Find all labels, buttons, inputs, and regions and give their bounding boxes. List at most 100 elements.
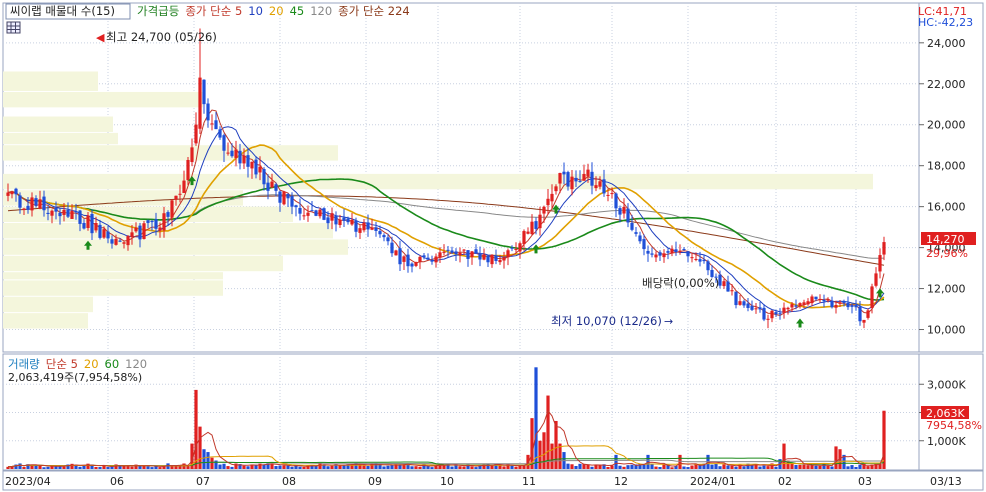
volume-bar xyxy=(298,466,302,469)
candle-body xyxy=(246,155,250,167)
candle-body xyxy=(654,254,658,258)
candle-body xyxy=(606,194,610,196)
legend-hc: HC:-42,23 xyxy=(918,16,973,29)
legend-item: 60 xyxy=(105,357,120,371)
candle-body xyxy=(186,159,190,181)
volume-bar xyxy=(866,466,870,469)
volume-bar xyxy=(694,464,698,469)
volume-bar xyxy=(710,464,714,469)
candle-body xyxy=(782,307,786,313)
candle-body xyxy=(114,238,118,245)
volume-bar xyxy=(734,466,738,469)
candle-body xyxy=(154,219,158,229)
candle-body xyxy=(374,227,378,231)
candle-body xyxy=(530,221,534,235)
volume-tick-label: 1,000K xyxy=(927,435,966,448)
volume-bar xyxy=(690,465,694,469)
candle-body xyxy=(618,208,622,215)
volume-bar xyxy=(78,466,82,469)
candle-body xyxy=(238,150,242,164)
candle-body xyxy=(226,152,230,154)
candle-body xyxy=(426,257,430,260)
volume-bar xyxy=(622,466,626,469)
candle-body xyxy=(766,318,770,320)
candle-body xyxy=(694,258,698,260)
candle-body xyxy=(786,307,790,310)
candle-body xyxy=(294,205,298,208)
candle-body xyxy=(626,208,630,223)
volume-bar xyxy=(42,467,46,469)
volume-bar xyxy=(522,465,526,469)
volume-bar xyxy=(62,466,66,469)
volume-bar xyxy=(150,467,154,469)
volume-bar xyxy=(246,466,250,469)
candle-body xyxy=(314,210,318,216)
candle-body xyxy=(598,181,602,187)
volume-bar xyxy=(38,465,42,469)
legend-symbol-name[interactable]: 씨이랩 매물대 수(15) xyxy=(10,4,115,18)
volume-bar xyxy=(106,467,110,469)
candle-body xyxy=(6,192,10,196)
candle-body xyxy=(54,208,58,212)
volume-bar xyxy=(206,452,210,469)
volume-bar xyxy=(614,454,618,469)
candle-body xyxy=(658,252,662,256)
candle-body xyxy=(646,250,650,254)
candle-body xyxy=(190,147,194,162)
volume-bar xyxy=(534,367,538,469)
candle-body xyxy=(758,307,762,310)
volume-bar xyxy=(774,466,778,469)
candle-body xyxy=(666,251,670,253)
volume-bar xyxy=(18,463,22,469)
volume-bar xyxy=(318,463,322,469)
candle-body xyxy=(826,299,830,301)
volume-bar xyxy=(766,466,770,469)
volume-profile-bar xyxy=(3,116,113,132)
volume-bar xyxy=(450,466,454,469)
volume-bar xyxy=(662,464,666,469)
candle-body xyxy=(362,222,366,231)
candle-body xyxy=(230,150,234,157)
candle-body xyxy=(570,176,574,190)
volume-bar xyxy=(462,466,466,469)
data-table-icon[interactable] xyxy=(6,21,21,34)
candle-body xyxy=(370,227,374,230)
candle-body xyxy=(126,236,130,246)
volume-bar xyxy=(242,465,246,469)
volume-bar xyxy=(802,464,806,469)
candle-body xyxy=(878,255,882,272)
candle-body xyxy=(422,255,426,257)
candle-body xyxy=(382,235,386,238)
volume-bar xyxy=(574,466,578,469)
volume-bar xyxy=(302,466,306,469)
candle-body xyxy=(634,232,638,234)
volume-bar xyxy=(98,467,102,469)
volume-bar xyxy=(762,465,766,469)
candle-body xyxy=(158,227,162,231)
volume-bar xyxy=(626,465,630,469)
volume-bar xyxy=(502,466,506,469)
candle-body xyxy=(834,305,838,308)
volume-bar xyxy=(186,465,190,469)
volume-bar xyxy=(382,466,386,469)
volume-bar xyxy=(826,465,830,469)
candle-body xyxy=(278,191,282,203)
volume-profile-bar xyxy=(3,239,348,255)
candle-body xyxy=(542,206,546,214)
volume-info: 2,063,419주(7,954,58%) xyxy=(8,371,142,384)
candle-body xyxy=(74,211,78,213)
candle-body xyxy=(434,256,438,263)
candle-body xyxy=(70,210,74,219)
candle-body xyxy=(174,195,178,200)
volume-bar xyxy=(590,466,594,469)
legend-item: 20 xyxy=(269,4,284,18)
candle-body xyxy=(762,307,766,320)
legend-item: 120 xyxy=(125,357,147,371)
candle-body xyxy=(194,124,198,144)
legend-item: 45 xyxy=(290,4,305,18)
candle-body xyxy=(506,250,510,258)
candle-body xyxy=(218,129,222,138)
date-tick-label: 08 xyxy=(282,475,296,488)
date-tick-label: 03/13 xyxy=(930,475,962,488)
candle-body xyxy=(638,235,642,242)
